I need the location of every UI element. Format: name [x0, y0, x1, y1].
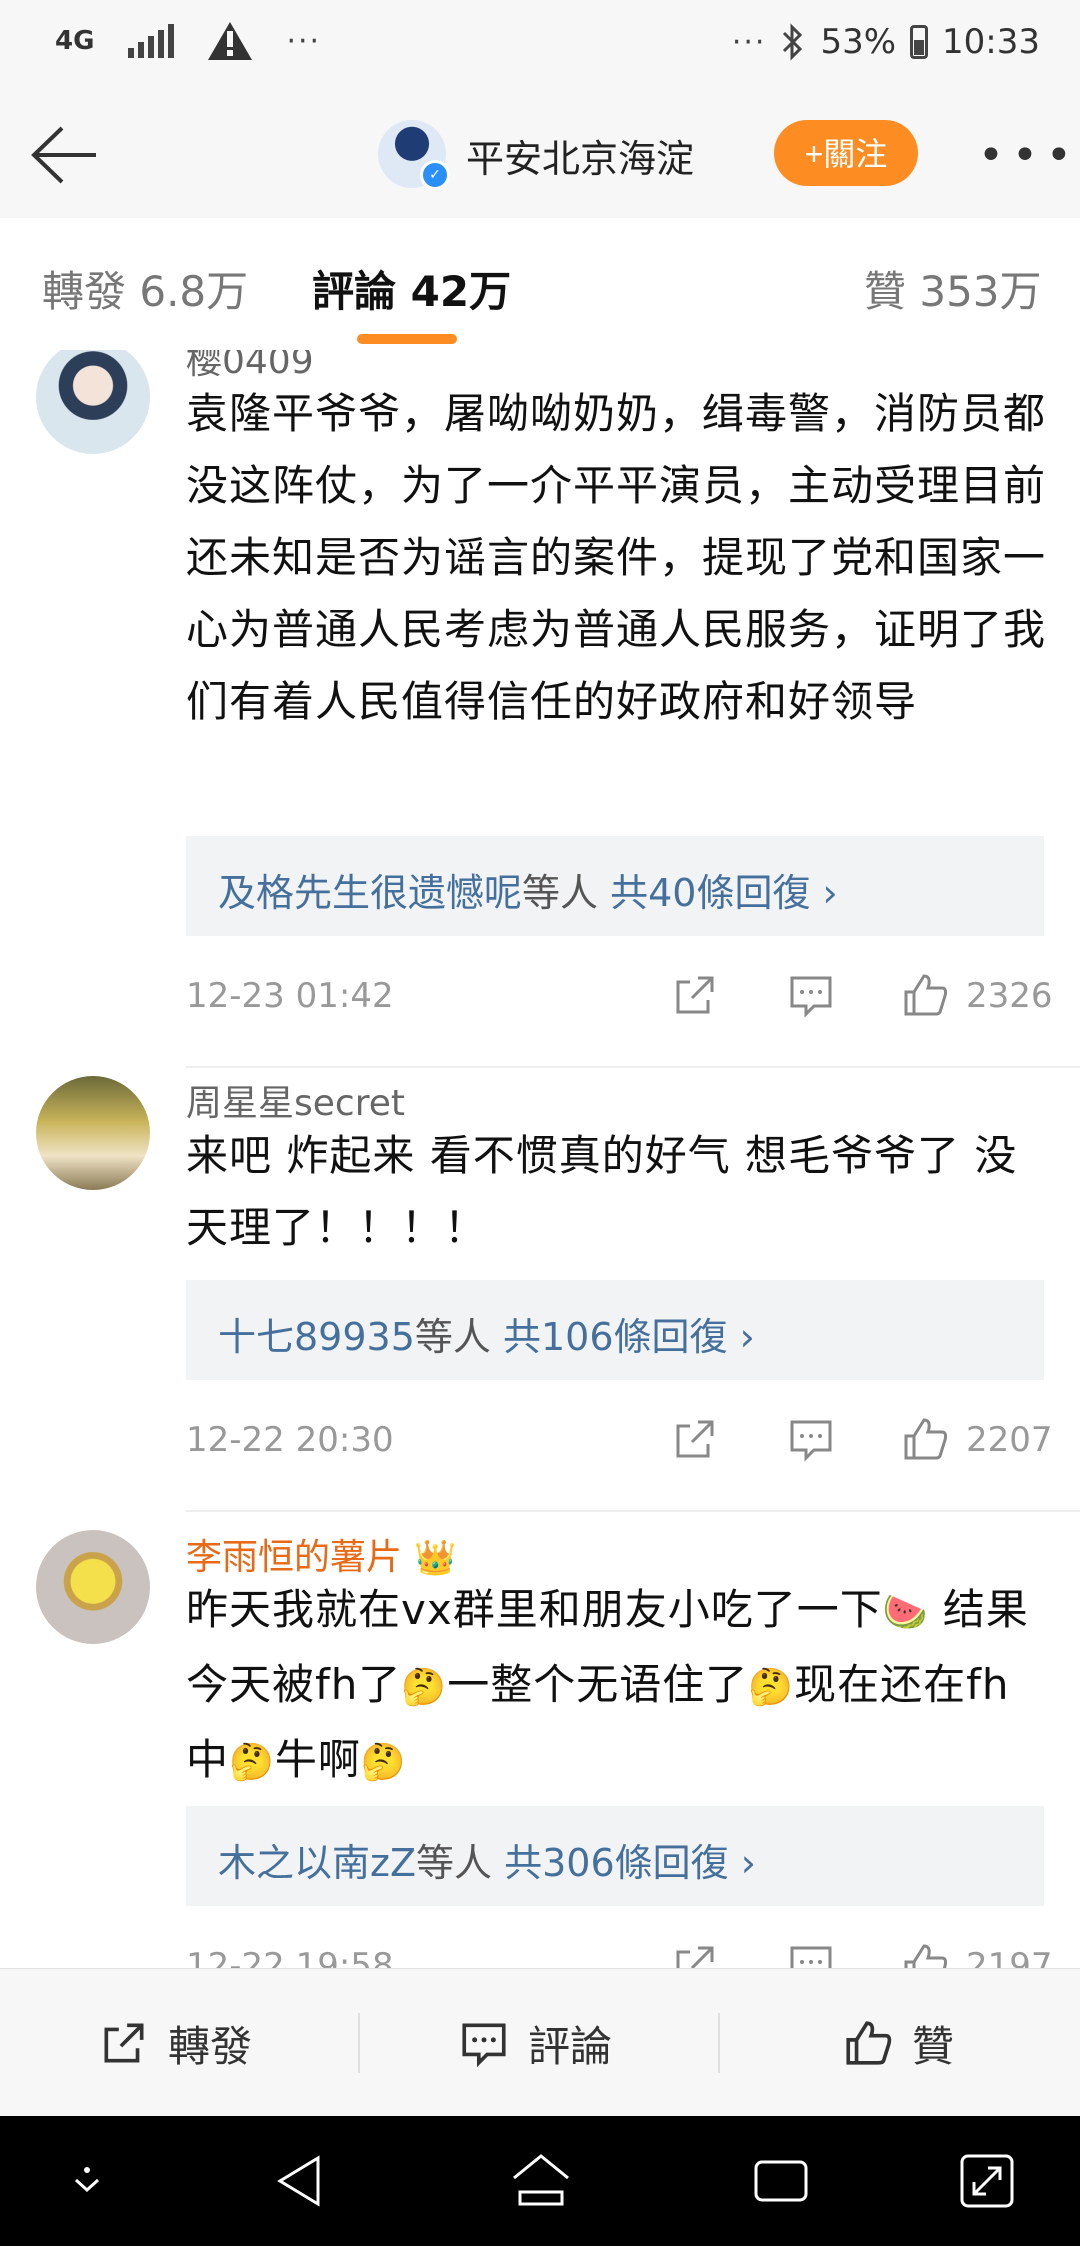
active-tab-indicator: [357, 334, 457, 344]
reply-mid: 等人: [415, 1841, 492, 1885]
comment-text: 袁隆平爷爷，屠呦呦奶奶，缉毒警，消防员都没这阵仗，为了一介平平演员，主动受理目前…: [186, 389, 1047, 726]
repost-icon[interactable]: [670, 1940, 720, 1968]
thinking-emoji: 🤔: [401, 1667, 448, 1708]
reply-user[interactable]: 及格先生很遗憾呢: [218, 871, 522, 915]
comment-button[interactable]: 評論: [458, 1969, 612, 2117]
watermelon-emoji: 🍉: [882, 1592, 929, 1633]
comment-time: 12-23 01:42: [186, 976, 394, 1016]
system-nav-bar: [0, 2116, 1080, 2246]
tab-bar: 轉發 6.8万 評論 42万 贊 353万: [0, 218, 1080, 351]
bottom-action-bar: 轉發 評論 贊: [0, 1968, 1080, 2117]
comment-icon[interactable]: [786, 1414, 836, 1464]
crown-icon: 👑: [414, 1538, 457, 1578]
reply-summary[interactable]: 十七89935等人 共106條回復 ›: [186, 1280, 1044, 1380]
comment-time: 12-22 19:58: [186, 1946, 394, 1968]
notification-more-icon: ···: [286, 23, 322, 59]
home-nav-icon[interactable]: [506, 2146, 576, 2216]
like-icon: [846, 2021, 892, 2065]
comment-text-part: 一整个无语住了: [447, 1660, 749, 1709]
repost-icon: [104, 2023, 144, 2063]
comment-divider: [186, 1066, 1080, 1068]
user-avatar[interactable]: [36, 350, 150, 454]
comment-text-part: 牛啊: [274, 1735, 361, 1784]
comment-icon[interactable]: [786, 1940, 836, 1968]
reply-summary[interactable]: 及格先生很遗憾呢等人 共40條回復 ›: [186, 836, 1044, 936]
comment-divider: [186, 1510, 1080, 1512]
rotate-screen-icon[interactable]: [952, 2146, 1022, 2216]
like-button[interactable]: 贊: [842, 1969, 954, 2117]
status-bar: 4G ··· ··· 53% 10:33: [0, 0, 1080, 90]
top-header: ✓ 平安北京海淀 +關注 •••: [0, 90, 1080, 218]
comment-username[interactable]: 周星星secret: [186, 1074, 405, 1126]
vip-username[interactable]: 李雨恒的薯片: [186, 1537, 402, 1578]
like-icon[interactable]: [900, 1414, 950, 1464]
reply-summary[interactable]: 木之以南zZ等人 共306條回復 ›: [186, 1806, 1044, 1906]
reply-user[interactable]: 木之以南zZ: [218, 1841, 416, 1885]
reply-count[interactable]: 共40條回復 ›: [610, 871, 838, 915]
warning-icon: [208, 22, 253, 60]
bar-divider: [358, 2013, 360, 2073]
comment-meta: 12-22 19:58 2197: [186, 1938, 1053, 1968]
repost-icon[interactable]: [670, 970, 720, 1020]
user-avatar[interactable]: [36, 1076, 150, 1190]
comment-icon: [462, 2023, 506, 2068]
tab-like[interactable]: 贊 353万: [864, 258, 1042, 319]
like-icon[interactable]: [900, 970, 950, 1020]
battery-icon: [910, 25, 929, 59]
tab-comment[interactable]: 評論 42万: [312, 258, 511, 319]
comment-text-part: 昨天我就在vx群里和朋友小吃了一下: [186, 1585, 883, 1634]
like-count: 2326: [966, 976, 1053, 1016]
back-nav-icon[interactable]: [266, 2146, 336, 2216]
comment-icon[interactable]: [786, 970, 836, 1020]
reply-mid: 等人: [414, 1315, 491, 1359]
thinking-emoji: 🤔: [748, 1667, 795, 1708]
tab-repost[interactable]: 轉發 6.8万: [42, 258, 248, 319]
status-more-icon: ···: [731, 24, 767, 60]
comment-text: 来吧 炸起来 看不惯真的好气 想毛爷爷了 没天理了！！！！: [186, 1131, 1018, 1252]
user-avatar[interactable]: [36, 1530, 150, 1644]
comment-label: 評論: [528, 2021, 613, 2071]
reply-user[interactable]: 十七89935: [218, 1315, 415, 1359]
like-count: 2197: [966, 1946, 1053, 1968]
signal-icon: [128, 24, 175, 58]
reply-mid: 等人: [522, 871, 599, 915]
reply-count[interactable]: 共106條回復 ›: [503, 1315, 755, 1359]
hide-keyboard-icon[interactable]: [52, 2146, 122, 2216]
repost-label: 轉發: [168, 2021, 253, 2071]
comment-list: 樱0409 袁隆平爷爷，屠呦呦奶奶，缉毒警，消防员都没这阵仗，为了一介平平演员，…: [0, 350, 1080, 1968]
repost-button[interactable]: 轉發: [98, 1969, 252, 2117]
account-name[interactable]: 平安北京海淀: [466, 128, 694, 183]
account-avatar[interactable]: ✓: [378, 120, 450, 190]
reply-count[interactable]: 共306條回復 ›: [504, 1841, 756, 1885]
clock: 10:33: [942, 22, 1040, 62]
bluetooth-icon: [783, 23, 803, 61]
comment-meta: 12-23 01:42 2326: [186, 968, 1053, 1028]
comment-username[interactable]: 李雨恒的薯片 👑: [186, 1528, 456, 1580]
like-label: 贊: [912, 2021, 955, 2071]
bar-divider: [718, 2013, 720, 2073]
back-arrow-icon[interactable]: [28, 120, 108, 190]
verified-badge-icon: ✓: [420, 160, 450, 190]
like-count: 2207: [966, 1420, 1053, 1460]
like-icon[interactable]: [900, 1940, 950, 1968]
follow-button[interactable]: +關注: [774, 120, 918, 186]
thinking-emoji: 🤔: [229, 1742, 275, 1783]
comment-meta: 12-22 20:30 2207: [186, 1412, 1053, 1472]
network-type: 4G: [55, 26, 95, 56]
repost-icon[interactable]: [670, 1414, 720, 1464]
thinking-emoji: 🤔: [360, 1742, 407, 1783]
more-options-icon[interactable]: •••: [978, 130, 1080, 181]
comment-text: 昨天我就在vx群里和朋友小吃了一下🍉 结果今天被fh了🤔一整个无语住了🤔现在还在…: [186, 1574, 1046, 1799]
recents-nav-icon[interactable]: [746, 2146, 816, 2216]
comment-time: 12-22 20:30: [186, 1420, 394, 1460]
battery-percent: 53%: [820, 22, 897, 62]
